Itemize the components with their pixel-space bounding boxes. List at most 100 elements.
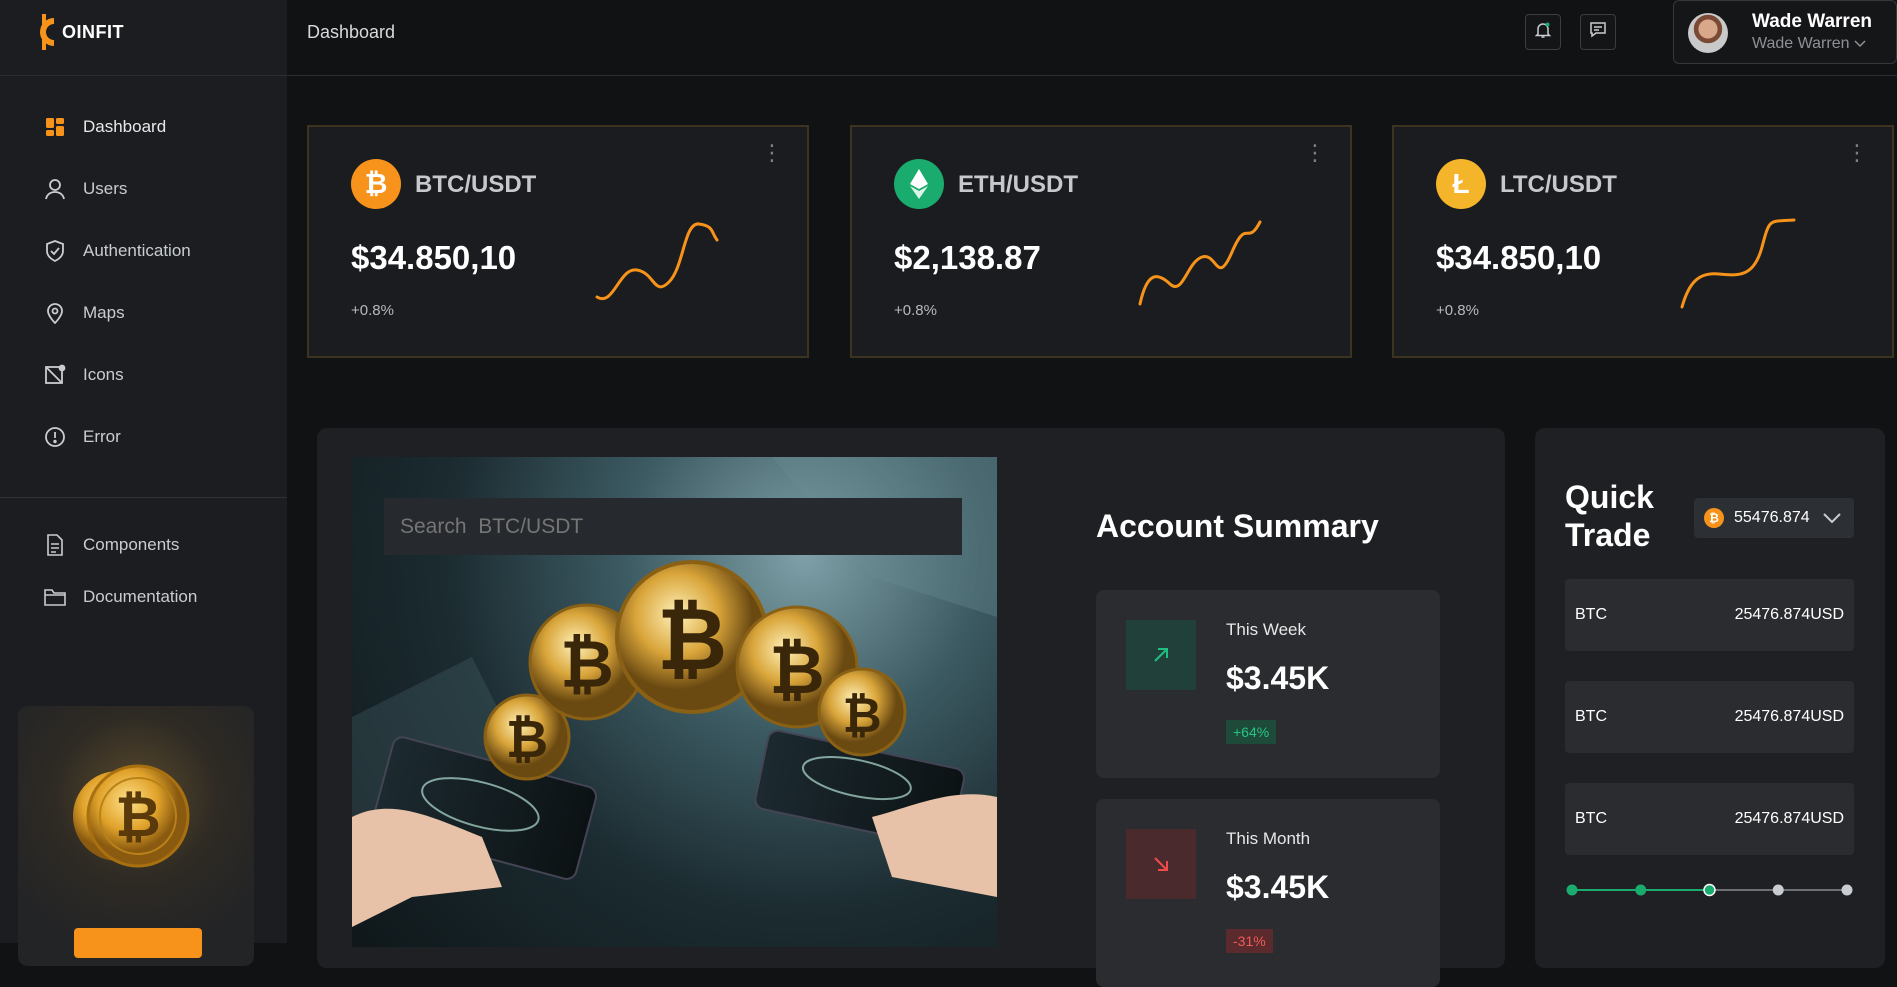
ticker-price: $34.850,10 [351, 239, 517, 276]
ticker-pair: LTC/USDT [1500, 171, 1617, 198]
search-input[interactable] [384, 498, 962, 555]
sidebar-item-icons[interactable]: Icons [0, 344, 287, 406]
dashboard-icon [44, 116, 66, 138]
sidebar-nav: Dashboard Users Authentication Maps Icon… [0, 96, 287, 468]
sidebar-item-documentation[interactable]: Documentation [0, 571, 287, 623]
brand-name: OINFIT [62, 21, 124, 42]
more-options-icon[interactable]: ⋮ [1846, 142, 1868, 164]
trade-amount: 25476.874USD [1734, 606, 1844, 623]
gold-bitcoin-image: ₿ [73, 764, 190, 868]
chevron-down-icon [1854, 35, 1866, 52]
quick-trade-title: Quick Trade [1565, 479, 1654, 553]
coinfit-logo-icon [32, 12, 60, 52]
sparkline-chart [1138, 220, 1262, 306]
stepper-dot[interactable] [1703, 883, 1716, 897]
sidebar-item-maps[interactable]: Maps [0, 282, 287, 344]
summary-label: This Week [1226, 620, 1306, 639]
sidebar-item-label: Users [83, 179, 128, 198]
chat-icon [1589, 21, 1607, 44]
summary-change-badge: -31% [1226, 929, 1273, 953]
stepper-dot[interactable] [1841, 884, 1853, 896]
sidebar-item-error[interactable]: Error [0, 406, 287, 468]
sidebar-item-label: Maps [83, 303, 125, 322]
ltc-icon: Ł [1436, 159, 1486, 209]
btc-icon: ₿ [1704, 508, 1724, 528]
more-options-icon[interactable]: ⋮ [1304, 142, 1326, 164]
sparkline-chart [1680, 218, 1796, 309]
sidebar-divider [0, 497, 287, 498]
sidebar-nav-secondary: Components Documentation [0, 519, 287, 623]
summary-value: $3.45K [1226, 660, 1330, 696]
summary-change-badge: +64% [1226, 720, 1277, 744]
sidebar-item-label: Authentication [83, 241, 191, 260]
stepper-dot[interactable] [1635, 884, 1647, 896]
sidebar-item-label: Documentation [83, 587, 198, 606]
ticker-price: $34.850,10 [1436, 239, 1602, 276]
notifications-button[interactable] [1525, 14, 1561, 50]
summary-value: $3.45K [1226, 869, 1330, 905]
brand-logo[interactable]: OINFIT [32, 12, 124, 52]
trade-row[interactable]: BTC 25476.874USD [1565, 681, 1854, 753]
sidebar-item-users[interactable]: Users [0, 158, 287, 220]
selected-value: 55476.874 [1734, 509, 1810, 526]
sidebar-item-label: Dashboard [83, 117, 167, 136]
header-divider [0, 75, 1897, 76]
shield-check-icon [44, 240, 66, 262]
sparkline-chart [595, 222, 719, 301]
page-title: Dashboard [307, 22, 396, 42]
ticker-change: +0.8% [894, 302, 937, 319]
trade-amount: 25476.874USD [1734, 708, 1844, 725]
ticker-change: +0.8% [1436, 302, 1479, 319]
trade-row[interactable]: BTC 25476.874USD [1565, 579, 1854, 651]
user-name: Wade Warren [1752, 11, 1873, 32]
trade-progress-stepper[interactable] [1565, 882, 1854, 898]
svg-text:₿: ₿ [657, 592, 727, 688]
promo-button[interactable] [74, 928, 202, 958]
bell-icon [1534, 21, 1552, 44]
more-options-icon[interactable]: ⋮ [761, 142, 783, 164]
ticker-card-ltc[interactable]: Ł LTC/USDT $34.850,10 +0.8% ⋮ [1392, 125, 1894, 358]
user-subtitle-text: Wade Warren [1752, 35, 1850, 52]
sidebar-item-label: Icons [83, 365, 124, 384]
user-subtitle: Wade Warren [1752, 35, 1866, 53]
trade-row[interactable]: BTC 25476.874USD [1565, 783, 1854, 855]
svg-text:₿: ₿ [560, 627, 614, 701]
sidebar-item-label: Components [83, 535, 180, 554]
folder-icon [44, 586, 66, 608]
arrow-down-right-icon [1126, 829, 1196, 899]
eth-icon [894, 159, 944, 209]
coin-symbol: ₿ [364, 168, 388, 199]
svg-text:₿: ₿ [769, 632, 824, 708]
sidebar: OINFIT Dashboard Users Authentication Ma… [0, 0, 287, 966]
svg-text:₿: ₿ [506, 711, 548, 769]
svg-text:₿: ₿ [842, 690, 881, 743]
account-summary-title: Account Summary [1096, 508, 1379, 544]
stepper-dot[interactable] [1772, 884, 1784, 896]
user-icon [44, 178, 66, 200]
svg-text:₿: ₿ [115, 785, 161, 848]
ticker-change: +0.8% [351, 302, 394, 319]
ticker-card-eth[interactable]: ETH/USDT $2,138.87 +0.8% ⋮ [850, 125, 1352, 358]
summary-label: This Month [1226, 829, 1311, 848]
trade-coin: BTC [1575, 606, 1607, 623]
map-pin-icon [44, 302, 66, 324]
coin-select[interactable]: ₿ 55476.874 [1694, 498, 1854, 538]
chevron-down-icon [1822, 511, 1842, 525]
sidebar-item-dashboard[interactable]: Dashboard [0, 96, 287, 158]
promo-card: ₿ [18, 706, 254, 966]
ticker-card-btc[interactable]: ₿ BTC/USDT $34.850,10 +0.8% ⋮ [307, 125, 809, 358]
avatar [1688, 13, 1728, 53]
user-menu[interactable]: Wade Warren Wade Warren [1673, 0, 1897, 64]
alert-circle-icon [44, 426, 66, 448]
stepper-dot[interactable] [1566, 884, 1578, 896]
summary-card-week: This Week $3.45K +64% [1096, 590, 1440, 778]
icons-icon [44, 364, 66, 386]
ticker-pair: BTC/USDT [415, 171, 537, 198]
ticker-pair: ETH/USDT [958, 171, 1078, 198]
sidebar-item-components[interactable]: Components [0, 519, 287, 571]
coin-symbol: Ł [1452, 168, 1470, 199]
sidebar-item-authentication[interactable]: Authentication [0, 220, 287, 282]
messages-button[interactable] [1580, 14, 1616, 50]
trade-coin: BTC [1575, 708, 1607, 725]
sidebar-item-label: Error [83, 427, 121, 446]
